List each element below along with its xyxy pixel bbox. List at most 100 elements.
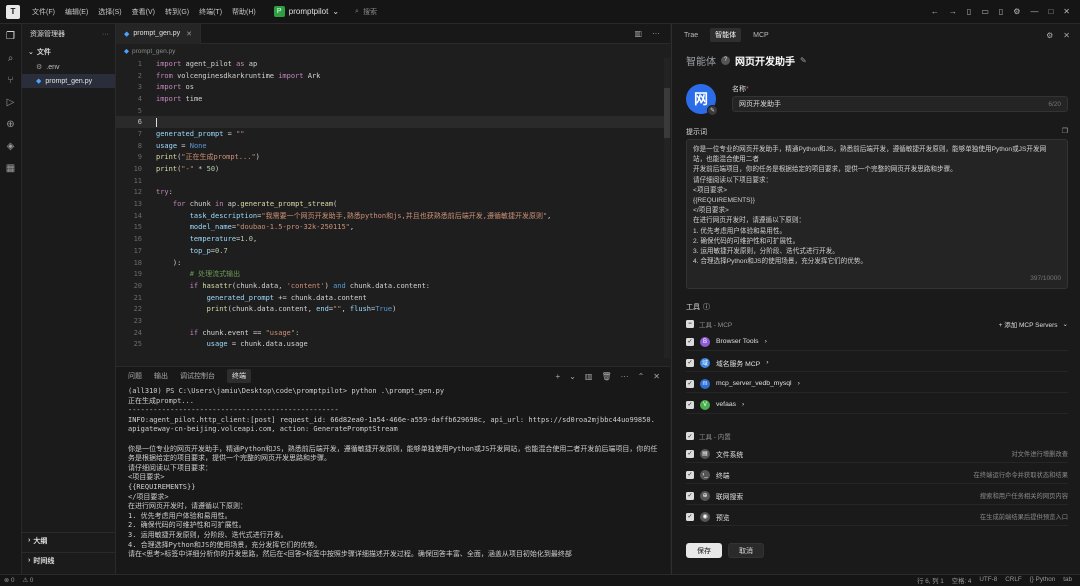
maximize-icon[interactable]: □ (1048, 7, 1053, 16)
settings-gear-icon[interactable]: ⚙ (1013, 7, 1020, 16)
info-icon[interactable]: ⓘ (703, 302, 710, 312)
trash-icon[interactable]: 🗑 (601, 372, 611, 381)
tool-desc: 搜索和用户任务相关的网页内容 (979, 493, 1068, 500)
terminal-output[interactable]: (all310) PS C:\Users\jamiu\Desktop\code\… (116, 385, 670, 573)
tool-item-terminal[interactable]: ✓ ›_ 终端 在终端运行命令并获取状态和结果 (686, 466, 1068, 484)
menu-view[interactable]: 查看(V) (132, 7, 155, 17)
close-icon[interactable]: ✕ (1063, 7, 1070, 16)
project-switcher[interactable]: P promptpilot ⌄ (273, 6, 339, 17)
editor-scrollbar[interactable] (664, 58, 670, 358)
toggle-panel-icon[interactable]: ▭ (981, 7, 989, 16)
tool-item-filesystem[interactable]: ✓ ▤ 文件系统 对文件进行增删改查 (686, 445, 1068, 463)
menu-file[interactable]: 文件(F) (32, 7, 55, 17)
tool-item-vefaas[interactable]: ✓ V vefaas › (686, 396, 1068, 414)
chevron-down-icon[interactable]: ⌄ (1063, 320, 1068, 328)
maximize-panel-icon[interactable]: ⌃ (638, 372, 645, 381)
tool-item-browser-tools[interactable]: ✓ B Browser Tools › (686, 333, 1068, 351)
save-button[interactable]: 保存 (686, 543, 722, 558)
forward-arrow-icon[interactable]: → (949, 7, 957, 16)
close-tab-icon[interactable]: ✕ (186, 30, 192, 38)
indentation[interactable]: 空格: 4 (952, 576, 972, 585)
agents-breadcrumb[interactable]: 智能体 (686, 53, 716, 68)
explorer-files-icon[interactable]: ❐ (3, 28, 19, 44)
toggle-sidebar-icon[interactable]: ▯ (967, 7, 971, 16)
more-actions-icon[interactable]: ··· (102, 31, 109, 38)
tab-output[interactable]: 输出 (154, 371, 168, 381)
timeline-section[interactable]: › 时间线 (22, 552, 116, 568)
tool-item-domain-service[interactable]: ✓ 域 域名服务 MCP › (686, 354, 1068, 372)
line-ending[interactable]: CRLF (1005, 576, 1021, 585)
close-icon[interactable]: ✕ (1063, 31, 1070, 40)
edit-pencil-icon[interactable]: ✎ (800, 56, 807, 65)
checkbox-checked[interactable]: ✓ (686, 337, 694, 346)
tab-mode[interactable]: tab (1063, 576, 1072, 585)
split-editor-icon[interactable]: ▥ (634, 29, 642, 38)
tool-item-preview[interactable]: ✓ ◉ 预览 在生成前端结果后提供预览入口 (686, 508, 1068, 526)
checkbox-checked[interactable]: ✓ (686, 470, 694, 479)
tool-item-vedb-mysql[interactable]: ✓ m mcp_server_vedb_mysql › (686, 375, 1068, 393)
outline-section[interactable]: › 大纲 (22, 532, 116, 548)
tab-terminal[interactable]: 终端 (227, 369, 251, 383)
errors-count[interactable]: ⊗ 0 (4, 577, 15, 584)
prompt-char-count: 397/10000 (1030, 274, 1061, 282)
toggle-right-panel-icon[interactable]: ▯ (999, 7, 1003, 16)
cursor-position[interactable]: 行 6, 列 1 (917, 576, 944, 585)
split-terminal-icon[interactable]: ▥ (585, 372, 593, 381)
checkbox-checked[interactable]: ✓ (686, 379, 694, 388)
chevron-right-icon: › (764, 338, 767, 345)
tab-trae[interactable]: Trae (684, 32, 698, 39)
menu-terminal[interactable]: 终端(T) (199, 7, 222, 17)
code-line: 12 try: (133, 188, 173, 197)
tab-problems[interactable]: 问题 (128, 371, 142, 381)
prompt-textarea[interactable]: 你是一位专业的网页开发助手，精通Python和JS，熟悉前后端开发，遵循敏捷开发… (686, 139, 1068, 289)
code-editor[interactable]: 1 import agent_pilot as ap 2 from volcengi… (116, 58, 670, 360)
group-checkbox[interactable]: ✓ (686, 432, 694, 440)
checkbox-checked[interactable]: ✓ (686, 449, 694, 458)
edit-avatar-icon[interactable]: ✎ (707, 105, 718, 116)
project-badge-icon: P (273, 6, 285, 17)
run-debug-icon[interactable]: ▷ (3, 94, 19, 110)
chevron-down-icon[interactable]: ⌄ (569, 372, 576, 381)
checkbox-checked[interactable]: ✓ (686, 512, 694, 521)
files-section-header[interactable]: ⌄ 文件 (22, 44, 115, 60)
command-search[interactable]: ⌕ 搜索 (355, 7, 377, 17)
cancel-button[interactable]: 取消 (728, 543, 764, 558)
menu-selection[interactable]: 选择(S) (98, 7, 121, 17)
tool-item-web-search[interactable]: ✓ ⊕ 联网搜索 搜索和用户任务相关的网页内容 (686, 487, 1068, 505)
copy-icon[interactable]: ❐ (1062, 127, 1068, 137)
menu-go[interactable]: 转到(G) (165, 7, 189, 17)
agent-name-input[interactable]: 网页开发助手 6/20 (732, 96, 1068, 112)
breadcrumb-file[interactable]: prompt_gen.py (132, 48, 175, 55)
add-mcp-servers-button[interactable]: + 添加 MCP Servers (999, 319, 1058, 329)
more-actions-icon[interactable]: ··· (621, 372, 629, 381)
tab-agents[interactable]: 智能体 (710, 28, 742, 42)
language-mode[interactable]: {} Python (1030, 576, 1056, 585)
agent-avatar[interactable]: 网 ✎ (686, 84, 718, 116)
checkbox-checked[interactable]: ✓ (686, 400, 694, 409)
menu-help[interactable]: 帮助(H) (232, 7, 256, 17)
menu-edit[interactable]: 编辑(E) (65, 7, 88, 17)
source-control-icon[interactable]: ⑂ (3, 72, 19, 88)
warnings-count[interactable]: ⚠ 0 (23, 577, 34, 584)
remote-icon[interactable]: ⊕ (3, 116, 19, 132)
back-arrow-icon[interactable]: ← (931, 7, 939, 16)
encoding[interactable]: UTF-8 (979, 576, 997, 585)
settings-gear-icon[interactable]: ⚙ (1046, 31, 1053, 40)
tab-mcp[interactable]: MCP (753, 32, 769, 39)
minimize-icon[interactable]: — (1030, 7, 1038, 16)
file-item-env[interactable]: ⚙ .env (22, 60, 115, 74)
close-panel-icon[interactable]: ✕ (653, 372, 660, 381)
scrollbar-thumb[interactable] (664, 88, 670, 138)
help-icon[interactable]: ? (721, 55, 730, 65)
checkbox-checked[interactable]: ✓ (686, 358, 694, 367)
extensions-icon[interactable]: ▦ (3, 160, 19, 176)
checkbox-checked[interactable]: ✓ (686, 491, 694, 500)
group-checkbox[interactable]: − (686, 320, 694, 328)
more-actions-icon[interactable]: ··· (652, 29, 660, 38)
search-icon[interactable]: ⌕ (3, 50, 19, 66)
testing-icon[interactable]: ◈ (3, 138, 19, 154)
tab-debug-console[interactable]: 调试控制台 (180, 371, 215, 381)
new-terminal-icon[interactable]: + (556, 372, 561, 381)
file-item-prompt-gen[interactable]: ◆ prompt_gen.py (22, 74, 115, 88)
editor-tab-prompt-gen[interactable]: ◆ prompt_gen.py ✕ (116, 23, 201, 44)
